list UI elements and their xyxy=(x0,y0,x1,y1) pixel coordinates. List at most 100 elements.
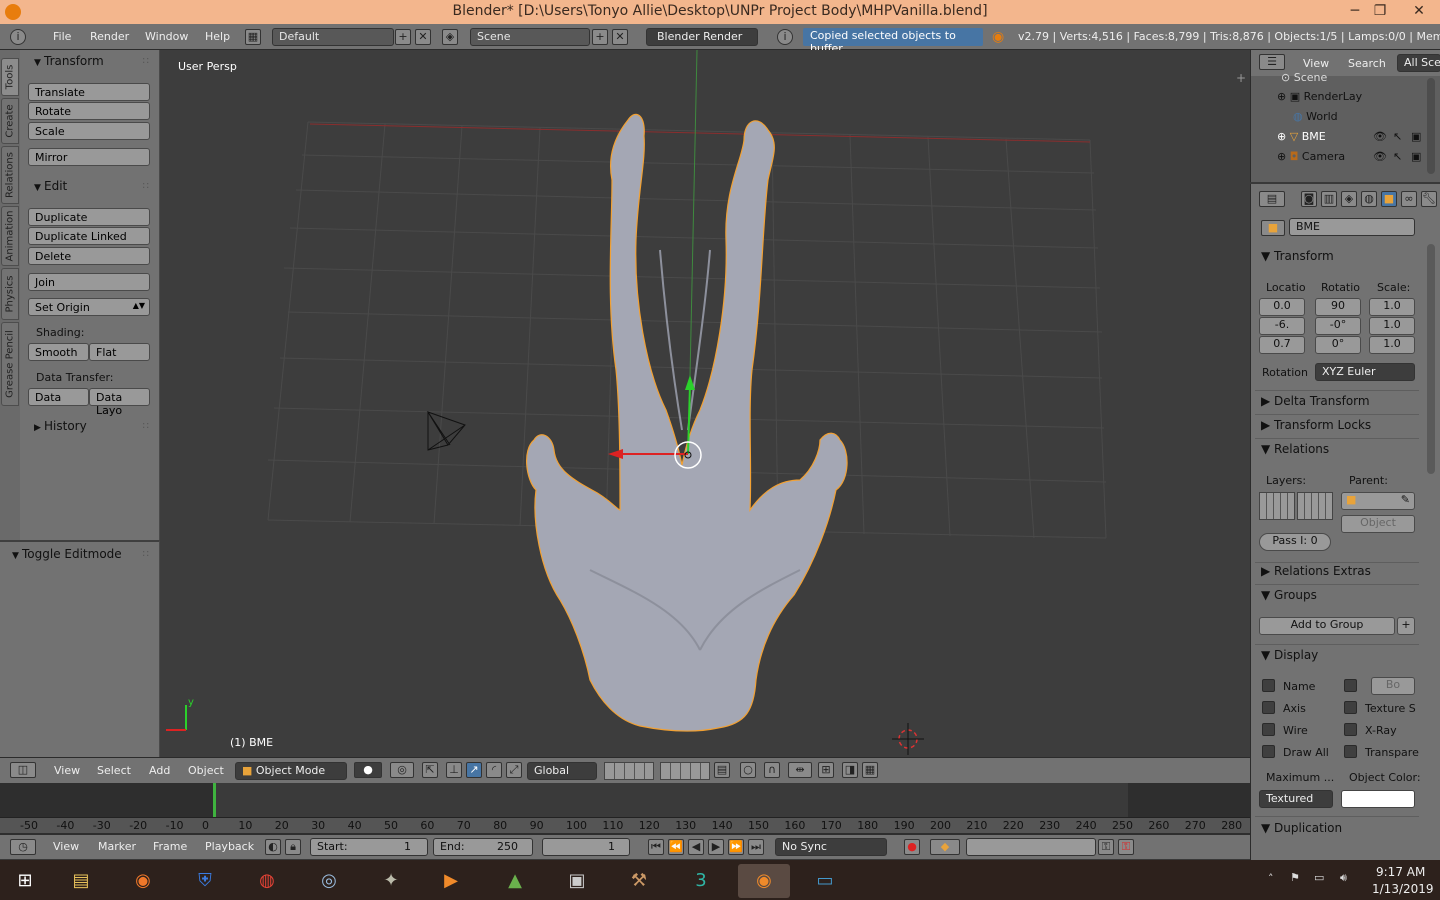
drag-grip-icon[interactable]: ∷ xyxy=(143,56,149,67)
render-toggle-icon[interactable]: ▣ xyxy=(1411,130,1421,143)
rotation-y-field[interactable]: -0° xyxy=(1315,317,1361,335)
menu-view[interactable]: View xyxy=(1303,57,1329,70)
outliner-item[interactable]: ⊙ Scene xyxy=(1281,71,1327,84)
toggle-editmode-header[interactable]: ▼ Toggle Editmode xyxy=(12,547,122,561)
relations-extras-header[interactable]: ▶ Relations Extras xyxy=(1261,564,1371,578)
orientation-select[interactable]: Global xyxy=(527,762,597,780)
select-arrow-icon[interactable]: ↖ xyxy=(1393,150,1402,163)
location-x-field[interactable]: 0.0 xyxy=(1259,298,1305,316)
chrome-icon[interactable]: ◍ xyxy=(246,864,288,898)
drag-grip-icon[interactable]: ∷ xyxy=(143,421,149,432)
name-checkbox[interactable] xyxy=(1262,679,1275,692)
media-player-icon[interactable]: ▶ xyxy=(430,864,472,898)
display-header[interactable]: ▼ Display xyxy=(1261,648,1318,662)
editor-type-icon[interactable]: ◫ xyxy=(10,762,36,778)
axis-checkbox[interactable] xyxy=(1262,701,1275,714)
viewport-shading-icon[interactable]: ● xyxy=(354,762,382,778)
add-group-icon[interactable]: + xyxy=(1397,617,1415,635)
scale-y-field[interactable]: 1.0 xyxy=(1369,317,1415,335)
relations-header[interactable]: ▼ Relations xyxy=(1261,442,1329,456)
render-tab-icon[interactable]: ◙ xyxy=(1301,191,1317,207)
scene-tab-icon[interactable]: ◈ xyxy=(1341,191,1357,207)
display-mode-select[interactable]: All Sce xyxy=(1397,54,1440,72)
camera-object[interactable] xyxy=(426,411,466,451)
scene-icon[interactable]: ◈ xyxy=(442,29,458,45)
translate-manipulator-icon[interactable]: ⊥ xyxy=(446,762,462,778)
snap-target-icon[interactable]: ⇹ xyxy=(788,762,812,778)
menu-window[interactable]: Window xyxy=(145,30,188,43)
menu-file[interactable]: File xyxy=(53,30,71,43)
xray-checkbox[interactable] xyxy=(1344,723,1357,736)
data-layout-button[interactable]: Data Layo xyxy=(89,388,150,417)
duplicate-button[interactable]: Duplicate xyxy=(28,208,150,226)
expand-icon[interactable]: ⊕ xyxy=(1277,130,1290,143)
outliner-item[interactable]: ◍ World xyxy=(1293,110,1338,123)
delete-button[interactable]: Delete xyxy=(28,247,150,265)
proportional-edit-icon[interactable]: ○ xyxy=(740,762,756,778)
draw-all-checkbox[interactable] xyxy=(1262,745,1275,758)
layer-grid[interactable] xyxy=(1297,492,1333,520)
scene-field[interactable]: Scene xyxy=(470,28,590,46)
layout-icon[interactable]: ▦ xyxy=(245,29,261,45)
bounds-checkbox[interactable] xyxy=(1344,679,1357,692)
render-animation-icon[interactable]: ▦ xyxy=(862,762,878,778)
modifiers-tab-icon[interactable]: 🔧︎ xyxy=(1421,191,1437,207)
flat-button[interactable]: Flat xyxy=(89,343,150,361)
delete-keyframe-icon[interactable]: ⚿ xyxy=(1118,839,1134,855)
menu-object[interactable]: Object xyxy=(188,764,224,777)
3d-cursor[interactable] xyxy=(892,723,924,755)
parent-field[interactable]: ■ ✎ xyxy=(1341,492,1415,510)
pass-index-field[interactable]: Pass I: 0 xyxy=(1259,533,1331,551)
snap-icon[interactable]: ∩ xyxy=(764,762,780,778)
current-frame-indicator[interactable] xyxy=(213,783,216,817)
3ds-max-icon[interactable]: 3 xyxy=(680,864,722,898)
pivot-icon[interactable]: ◎ xyxy=(390,762,414,778)
editor-type-icon[interactable]: ▤ xyxy=(1259,191,1285,207)
editor-type-icon[interactable]: ◷ xyxy=(10,839,36,855)
menu-help[interactable]: Help xyxy=(205,30,230,43)
clock-date[interactable]: 1/13/2019 xyxy=(1372,882,1434,896)
clock-time[interactable]: 9:17 AM xyxy=(1376,865,1425,879)
anvil-app-icon[interactable]: ⚒ xyxy=(618,864,660,898)
scale-manipulator-icon[interactable]: ⤢ xyxy=(506,762,522,778)
outliner-item[interactable]: ⊕ ◘ Camera xyxy=(1277,150,1345,163)
properties-scrollbar[interactable] xyxy=(1427,244,1435,474)
lock-range-icon[interactable]: 🔒︎ xyxy=(285,839,301,855)
tab-tools[interactable]: Tools xyxy=(1,58,19,96)
tab-relations[interactable]: Relations xyxy=(1,146,19,204)
tab-animation[interactable]: Animation xyxy=(1,206,19,266)
emulator-icon[interactable]: ▣ xyxy=(556,864,598,898)
mirror-button[interactable]: Mirror xyxy=(28,148,150,166)
tray-flag-icon[interactable]: ⚑ xyxy=(1290,871,1300,884)
keying-set-field[interactable] xyxy=(966,838,1096,856)
rotation-mode-select[interactable]: XYZ Euler xyxy=(1315,363,1415,381)
start-frame-field[interactable]: Start: 1 xyxy=(310,838,428,856)
transform-panel-header[interactable]: ▼ Transform xyxy=(34,54,104,68)
video-app-icon[interactable]: ▭ xyxy=(804,864,846,898)
tab-physics[interactable]: Physics xyxy=(1,268,19,320)
outliner-item[interactable]: ⊕ ▣ RenderLay xyxy=(1277,90,1362,103)
constraints-tab-icon[interactable]: ∞ xyxy=(1401,191,1417,207)
menu-view[interactable]: View xyxy=(53,840,79,853)
render-engine-select[interactable]: Blender Render xyxy=(646,28,758,46)
bounds-type-select[interactable]: Bo xyxy=(1371,677,1415,695)
add-layout-icon[interactable]: + xyxy=(395,29,411,45)
scale-button[interactable]: Scale xyxy=(28,122,150,140)
menu-frame[interactable]: Frame xyxy=(153,840,187,853)
maximum-draw-select[interactable]: Textured xyxy=(1259,790,1333,808)
add-scene-icon[interactable]: + xyxy=(592,29,608,45)
start-menu-icon[interactable]: ⊞ xyxy=(4,864,46,898)
history-panel-header[interactable]: ▶ History xyxy=(34,419,87,433)
layer-buttons[interactable] xyxy=(660,762,710,780)
editor-type-icon[interactable]: i xyxy=(10,29,26,45)
mode-select[interactable]: ■ Object Mode xyxy=(235,762,347,780)
lock-layer-icon[interactable]: ▤ xyxy=(714,762,730,778)
editor-type-icon[interactable]: ☰ xyxy=(1259,54,1285,70)
wire-checkbox[interactable] xyxy=(1262,723,1275,736)
expand-icon[interactable]: ⊕ xyxy=(1277,90,1290,103)
snap-element-icon[interactable]: ⊞ xyxy=(818,762,834,778)
location-z-field[interactable]: 0.7 xyxy=(1259,336,1305,354)
menu-select[interactable]: Select xyxy=(97,764,131,777)
rotation-z-field[interactable]: 0° xyxy=(1315,336,1361,354)
transform-panel-header[interactable]: ▼ Transform xyxy=(1261,249,1334,263)
